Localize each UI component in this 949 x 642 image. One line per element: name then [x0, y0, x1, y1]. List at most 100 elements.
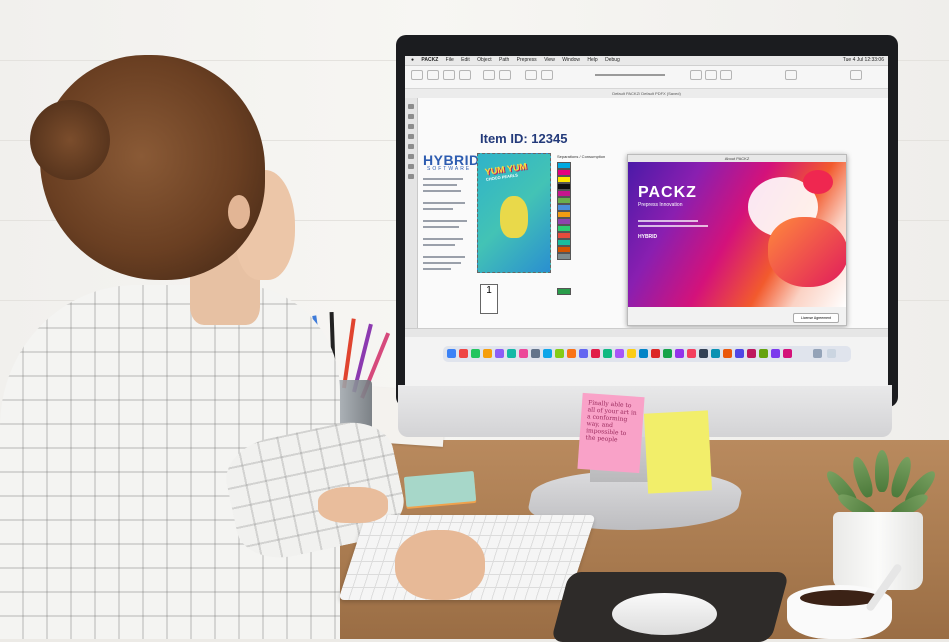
menu-item-help[interactable]: Help — [587, 57, 597, 63]
select-tool-icon[interactable] — [408, 104, 414, 109]
toolbar-button[interactable] — [459, 70, 471, 80]
app-icon[interactable] — [735, 349, 744, 358]
app-icon[interactable] — [603, 349, 612, 358]
zoom-slider[interactable] — [595, 74, 665, 76]
toolbar-button[interactable] — [690, 70, 702, 80]
sticky-note-pad — [403, 471, 477, 507]
app-icon[interactable] — [519, 349, 528, 358]
person-hair-bun — [30, 100, 110, 180]
hand-tool-icon[interactable] — [408, 164, 414, 169]
app-icon[interactable] — [627, 349, 636, 358]
app-icon[interactable] — [639, 349, 648, 358]
menubar-clock: Tue 4 Jul 12:33:06 — [842, 57, 884, 63]
monster-illustration — [500, 196, 528, 238]
swatch-spot — [557, 204, 571, 211]
splash-shape — [803, 170, 833, 194]
eyedropper-tool-icon[interactable] — [408, 154, 414, 159]
item-id-heading: Item ID: 12345 — [480, 131, 567, 146]
document-tab[interactable]: Default PACKZ/ Default PDFX (Saved) — [405, 89, 888, 98]
swatch-black — [557, 183, 571, 190]
app-icon[interactable] — [591, 349, 600, 358]
text-block — [423, 244, 455, 246]
direct-select-tool-icon[interactable] — [408, 114, 414, 119]
packz-tagline: Prepress Innovation — [638, 202, 683, 208]
toolbar-button[interactable] — [541, 70, 553, 80]
app-icon[interactable] — [579, 349, 588, 358]
menu-item-window[interactable]: Window — [562, 57, 580, 63]
text-block — [423, 268, 451, 270]
swatch-cyan — [557, 162, 571, 169]
app-icon[interactable] — [543, 349, 552, 358]
app-icon[interactable] — [711, 349, 720, 358]
toolbar — [405, 66, 888, 89]
monitor-screen: ● PACKZ File Edit Object Path Prepress V… — [405, 56, 888, 386]
menu-item-file[interactable]: File — [446, 57, 454, 63]
app-icon[interactable] — [555, 349, 564, 358]
app-icon[interactable] — [723, 349, 732, 358]
app-icon[interactable] — [483, 349, 492, 358]
separations-title: Separations / Consumption — [557, 154, 606, 159]
app-icon[interactable] — [651, 349, 660, 358]
text-block — [423, 178, 463, 180]
swatch-spot — [557, 225, 571, 232]
swatch-spot — [557, 218, 571, 225]
toolbar-button[interactable] — [720, 70, 732, 80]
mouse[interactable] — [612, 593, 717, 635]
toolbar-button[interactable] — [411, 70, 423, 80]
text-block — [423, 202, 465, 204]
app-icon[interactable] — [759, 349, 768, 358]
succulent-leaf — [875, 450, 889, 492]
swatch-magenta — [557, 169, 571, 176]
app-icon[interactable] — [687, 349, 696, 358]
status-bar — [405, 328, 888, 337]
zoom-tool-icon[interactable] — [408, 174, 414, 179]
downloads-icon[interactable] — [813, 349, 822, 358]
menu-item-prepress[interactable]: Prepress — [517, 57, 537, 63]
finder-icon[interactable] — [447, 349, 456, 358]
menu-item-object[interactable]: Object — [477, 57, 491, 63]
swatch-yellow — [557, 176, 571, 183]
about-dialog-title: About PACKZ — [628, 155, 846, 162]
packz-dock-icon[interactable] — [783, 349, 792, 358]
license-agreement-button[interactable]: License Agreement — [793, 313, 839, 323]
sticky-note-yellow — [643, 410, 713, 494]
toolbar-button[interactable] — [427, 70, 439, 80]
toolbar-button[interactable] — [705, 70, 717, 80]
toolbar-button[interactable] — [499, 70, 511, 80]
toolbar-button[interactable] — [525, 70, 537, 80]
app-icon[interactable] — [771, 349, 780, 358]
toolbar-button[interactable] — [850, 70, 862, 80]
menu-item-path[interactable]: Path — [499, 57, 509, 63]
plant-pot — [833, 512, 923, 590]
pen-tool-icon[interactable] — [408, 124, 414, 129]
toolbar-button[interactable] — [483, 70, 495, 80]
app-icon[interactable] — [471, 349, 480, 358]
menu-item-app[interactable]: PACKZ — [421, 57, 438, 63]
swatch-spot — [557, 190, 571, 197]
trash-icon[interactable] — [827, 349, 836, 358]
app-icon[interactable] — [531, 349, 540, 358]
app-icon[interactable] — [747, 349, 756, 358]
app-icon[interactable] — [699, 349, 708, 358]
menu-item-debug[interactable]: Debug — [605, 57, 620, 63]
app-icon[interactable] — [663, 349, 672, 358]
text-block — [423, 220, 467, 222]
tools-sidebar — [405, 98, 418, 328]
app-icon[interactable] — [495, 349, 504, 358]
item-id-label: Item ID: — [480, 131, 528, 146]
app-icon[interactable] — [675, 349, 684, 358]
app-icon[interactable] — [459, 349, 468, 358]
app-icon[interactable] — [507, 349, 516, 358]
menu-item-edit[interactable]: Edit — [461, 57, 470, 63]
app-icon[interactable] — [615, 349, 624, 358]
menu-item-view[interactable]: View — [544, 57, 555, 63]
sticky-note-pink: Finally able to all of your art in a con… — [577, 392, 645, 474]
app-icon[interactable] — [567, 349, 576, 358]
toolbar-button[interactable] — [785, 70, 797, 80]
apple-icon[interactable]: ● — [411, 57, 414, 63]
toolbar-button[interactable] — [443, 70, 455, 80]
swatch-spot — [557, 197, 571, 204]
swatch-varnish — [557, 288, 571, 295]
shape-tool-icon[interactable] — [408, 144, 414, 149]
text-tool-icon[interactable] — [408, 134, 414, 139]
